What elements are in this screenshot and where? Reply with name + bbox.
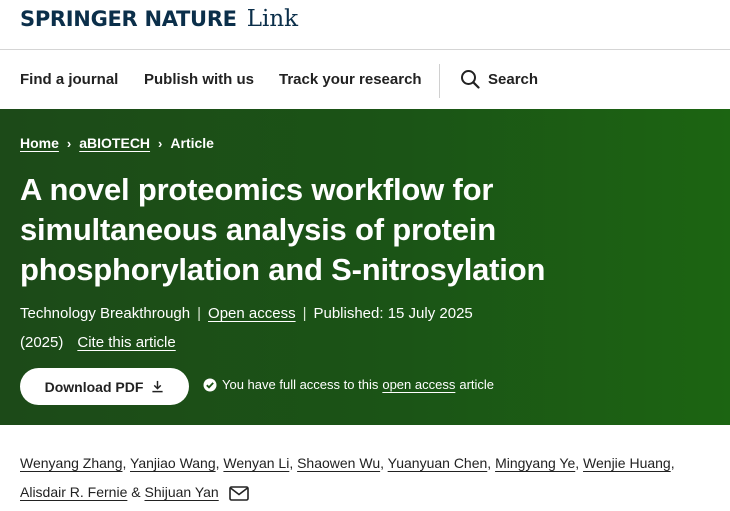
author-comma: , [215,455,220,471]
nav-track-research[interactable]: Track your research [279,71,422,88]
nav-publish[interactable]: Publish with us [144,71,254,88]
open-access-link[interactable]: Open access [208,305,296,322]
author-link[interactable]: Wenyan Li [223,455,289,471]
download-pdf-label: Download PDF [44,378,144,395]
author-comma: , [289,455,294,471]
download-icon [152,380,163,393]
article-type: Technology Breakthrough [20,305,191,322]
search-icon [461,70,480,89]
author-comma: , [487,455,492,471]
author-comma: , [670,455,675,471]
author-comma: , [380,455,384,471]
meta-separator: | [302,305,307,322]
author-list: Wenyang Zhang, Yanjiao Wang, Wenyan Li, … [20,449,720,507]
download-pdf-button[interactable]: Download PDF [20,368,189,405]
search-label: Search [488,70,539,88]
breadcrumb-journal[interactable]: aBIOTECH [79,135,150,151]
author-link[interactable]: Mingyang Ye [495,455,575,471]
published-date: Published: 15 July 2025 [313,305,473,322]
breadcrumb: Home › aBIOTECH › Article [20,135,214,151]
chevron-right-icon: › [66,135,72,151]
springer-nature-link-logo[interactable]: SPRINGER NATURE Link [20,6,298,32]
breadcrumb-home[interactable]: Home [20,135,59,151]
cite-article-link[interactable]: Cite this article [77,334,175,351]
author-link[interactable]: Shijuan Yan [145,484,219,500]
chevron-right-icon: › [158,135,163,151]
article-meta: Technology Breakthrough | Open access | Publ… [20,299,540,357]
access-open-access-link[interactable]: open access [382,377,455,392]
check-circle-icon [203,378,217,391]
access-notice: You have full access to this open access… [203,377,494,392]
main-nav: Find a journal Publish with us Track you… [0,51,730,109]
author-ampersand: & [131,484,141,500]
author-link[interactable]: Wenyang Zhang [20,455,122,471]
brand-name: SPRINGER NATURE [20,7,237,31]
author-link[interactable]: Wenjie Huang [583,455,671,471]
article-title: A novel proteomics workflow for simultan… [20,172,546,287]
site-header: SPRINGER NATURE Link [0,0,730,50]
nav-divider [439,64,440,98]
author-comma: , [122,455,127,471]
nav-find-journal[interactable]: Find a journal [20,71,118,88]
author-link[interactable]: Yanjiao Wang [130,455,216,471]
brand-sub: Link [246,6,299,32]
access-prefix: You have full access to this [222,377,379,392]
access-suffix: article [459,377,495,392]
article-year: (2025) [20,334,64,351]
article-hero: Home › aBIOTECH › Article A novel proteo… [0,109,730,425]
author-link[interactable]: Alisdair R. Fernie [20,484,127,500]
author-link[interactable]: Shaowen Wu [297,455,380,471]
breadcrumb-current: Article [170,135,214,151]
mail-icon[interactable] [228,485,249,501]
search-button[interactable]: Search [460,69,538,89]
author-link[interactable]: Yuanyuan Chen [388,455,488,471]
author-comma: , [575,455,580,471]
meta-separator: | [197,305,202,322]
